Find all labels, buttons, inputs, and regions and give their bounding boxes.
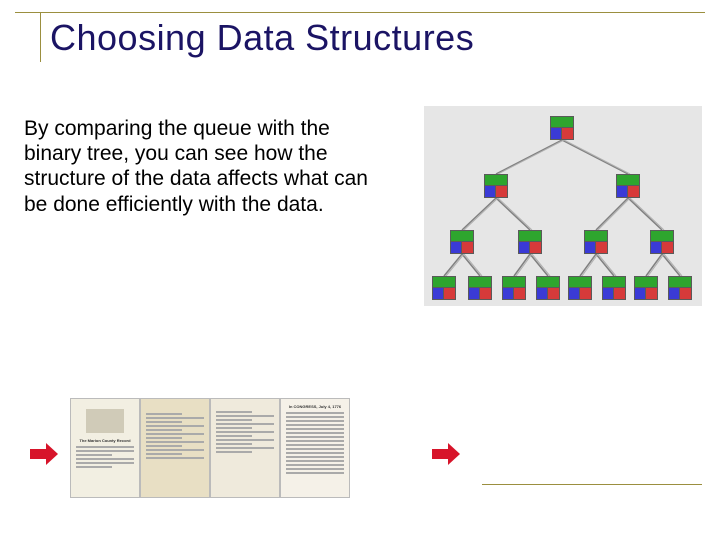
title-tick: [40, 12, 41, 62]
binary-tree-diagram: [424, 106, 702, 306]
tree-node: [502, 276, 526, 300]
tree-node: [668, 276, 692, 300]
tree-node: [468, 276, 492, 300]
queue-document: In CONGRESS, July 4, 1776: [280, 398, 350, 498]
queue-document: [210, 398, 280, 498]
tree-node: [602, 276, 626, 300]
tree-node: [484, 174, 508, 198]
tree-node: [616, 174, 640, 198]
tree-node: [634, 276, 658, 300]
queue-diagram: The Marion County Record In CONGRESS, Ju…: [70, 398, 350, 498]
tree-node: [432, 276, 456, 300]
tree-node: [650, 230, 674, 254]
queue-document: [140, 398, 210, 498]
tree-node: [568, 276, 592, 300]
queue-document: The Marion County Record: [70, 398, 140, 498]
doc-header: The Marion County Record: [75, 439, 135, 444]
footer-rule: [482, 484, 702, 485]
body-paragraph: By comparing the queue with the binary t…: [24, 116, 374, 217]
arrow-out-icon: [432, 443, 462, 465]
tree-node: [518, 230, 542, 254]
tree-node: [584, 230, 608, 254]
slide-title: Choosing Data Structures: [15, 15, 705, 59]
doc-header: In CONGRESS, July 4, 1776: [285, 405, 345, 410]
arrow-in-icon: [30, 443, 60, 465]
tree-node: [536, 276, 560, 300]
title-bar: Choosing Data Structures: [15, 12, 705, 59]
tree-node: [450, 230, 474, 254]
tree-node: [550, 116, 574, 140]
title-rule: [15, 12, 705, 13]
